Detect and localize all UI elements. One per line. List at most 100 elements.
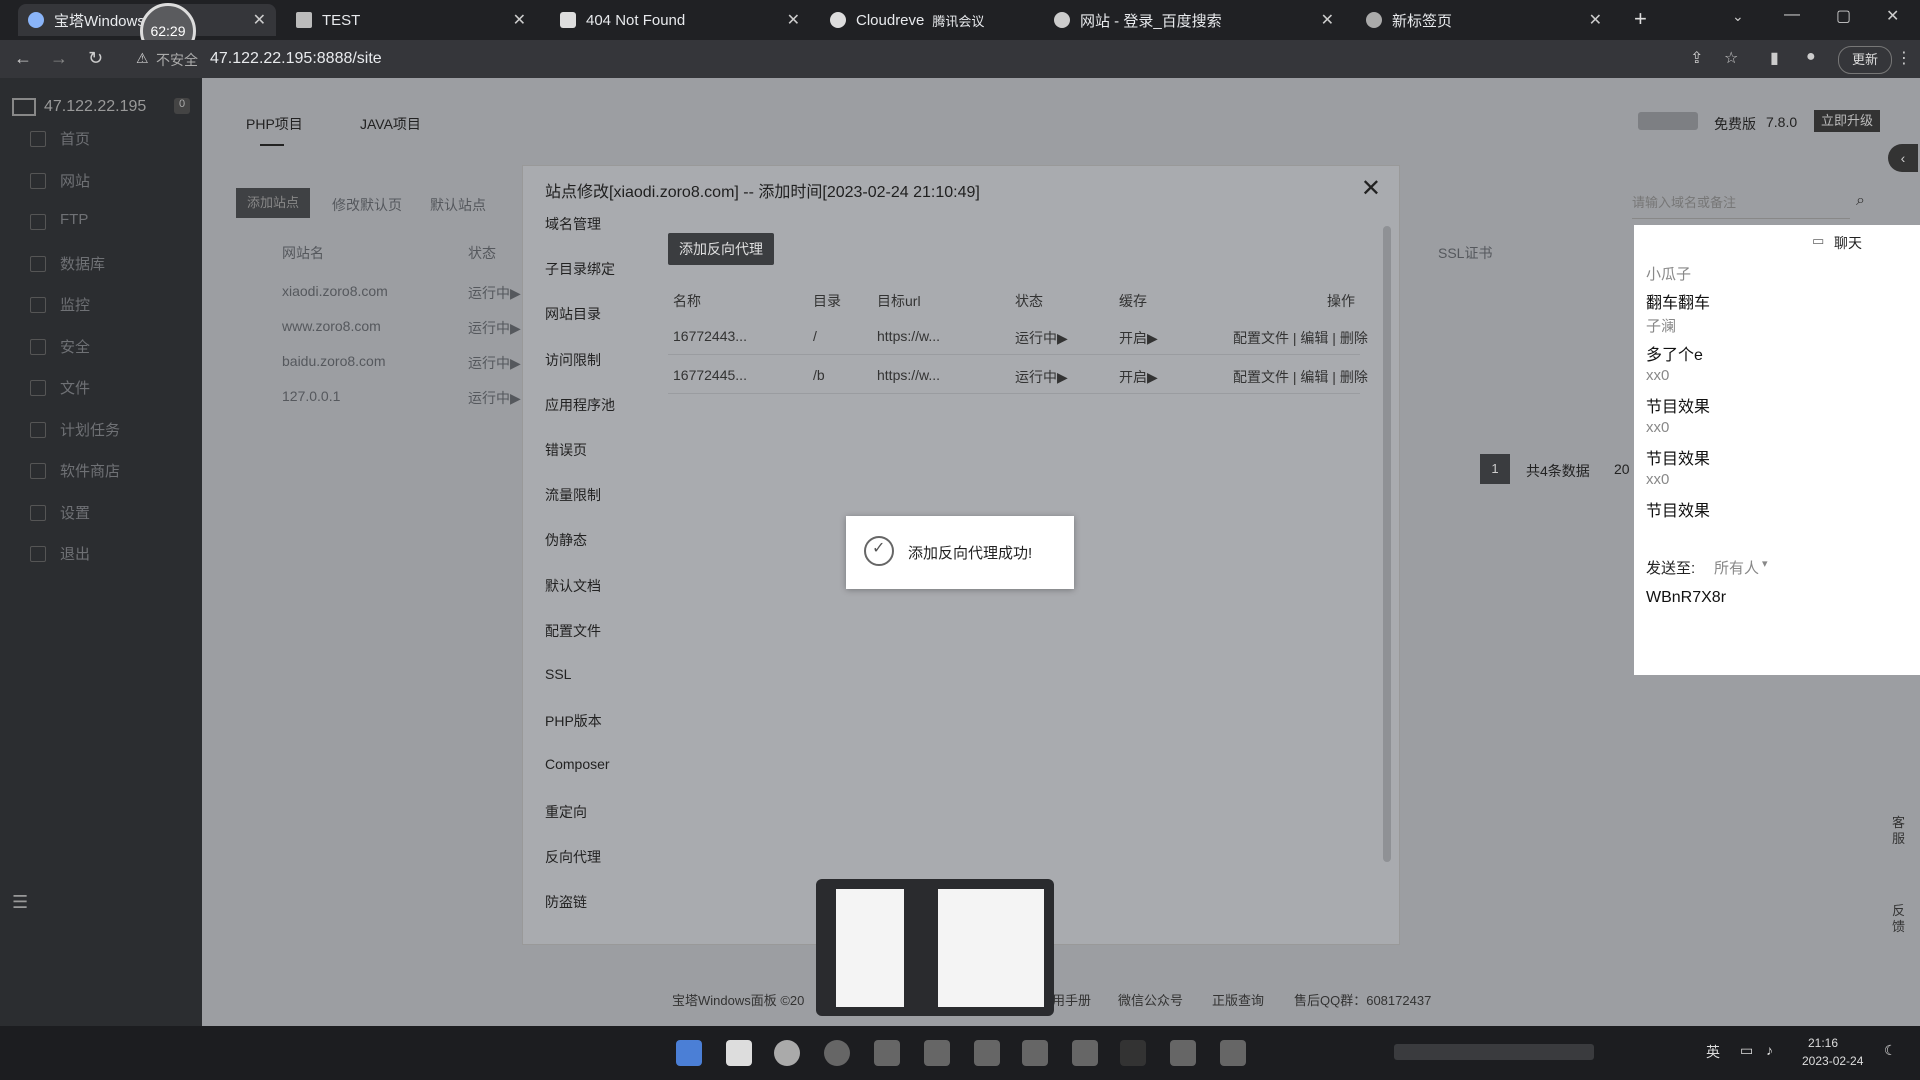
close-icon[interactable]: ✕ [1361, 174, 1381, 203]
forward-icon[interactable]: → [50, 48, 68, 69]
minimize-button[interactable]: — [1784, 6, 1800, 24]
dialog-menu-item[interactable]: 配置文件 [545, 621, 601, 641]
proxy-status[interactable]: 运行中▶ [1015, 367, 1068, 387]
window-close-button[interactable]: ✕ [1886, 6, 1899, 26]
sidebar-item[interactable]: 文件 [60, 377, 90, 398]
close-tab-icon[interactable]: ✕ [787, 10, 800, 30]
reload-icon[interactable]: ↻ [88, 48, 103, 69]
sidebar-item[interactable]: 数据库 [60, 253, 105, 274]
tab-php[interactable]: PHP项目 [246, 114, 303, 134]
col-status-header[interactable]: 状态 [468, 243, 496, 263]
chrome-taskbar-icon[interactable] [774, 1040, 800, 1066]
search-icon[interactable]: ⌕ [1856, 192, 1865, 210]
sidebar-item[interactable]: 首页 [60, 128, 90, 149]
close-tab-icon[interactable]: ✕ [513, 10, 526, 30]
feedback-link[interactable]: 反馈 [1892, 903, 1906, 935]
volume-icon[interactable]: ♪ [1766, 1042, 1773, 1058]
sidebar-item[interactable]: 安全 [60, 336, 90, 357]
dialog-menu-item[interactable]: 反向代理 [545, 847, 601, 867]
security-label[interactable]: 不安全 [156, 50, 198, 70]
java-icon[interactable] [1022, 1040, 1048, 1066]
menu-icon[interactable]: ⋮ [1896, 48, 1912, 68]
site-name-link[interactable]: 127.0.0.1 [282, 388, 340, 404]
dialog-menu-item[interactable]: 应用程序池 [545, 395, 615, 415]
add-site-button[interactable]: 添加站点 [236, 188, 310, 218]
app-icon[interactable] [974, 1040, 1000, 1066]
edit-default-page-button[interactable]: 修改默认页 [332, 195, 402, 215]
close-tab-icon[interactable]: ✕ [1589, 10, 1602, 30]
sidebar-item[interactable]: FTP [60, 211, 88, 228]
star-icon[interactable]: ☆ [1724, 48, 1738, 68]
network-icon[interactable]: ▭ [1740, 1042, 1753, 1059]
back-icon[interactable]: ← [14, 48, 32, 69]
proxy-cache[interactable]: 开启▶ [1119, 367, 1158, 387]
terminal-icon[interactable] [1120, 1040, 1146, 1066]
footer-link-verify[interactable]: 正版查询 [1212, 990, 1264, 1009]
site-name-link[interactable]: baidu.zoro8.com [282, 353, 386, 369]
update-button[interactable]: 更新 [1838, 46, 1892, 74]
close-tab-icon[interactable]: ✕ [1321, 10, 1334, 30]
clock-time[interactable]: 21:16 [1808, 1036, 1838, 1050]
dialog-menu-item[interactable]: 子目录绑定 [545, 259, 615, 279]
proxy-actions[interactable]: 配置文件 | 编辑 | 删除 [1233, 367, 1368, 387]
per-page[interactable]: 20 [1614, 461, 1630, 477]
dialog-menu-item[interactable]: 流量限制 [545, 485, 601, 505]
browser-taskbar-icon[interactable] [824, 1040, 850, 1066]
dialog-menu-item[interactable]: 默认文档 [545, 576, 601, 596]
col-name-header[interactable]: 网站名 [282, 243, 324, 263]
search-input[interactable]: 请输入域名或备注 [1632, 188, 1850, 219]
dialog-menu-item[interactable]: PHP版本 [545, 711, 602, 731]
default-site-button[interactable]: 默认站点 [430, 195, 486, 215]
sidebar-item[interactable]: 网站 [60, 170, 90, 191]
file-explorer-icon[interactable] [726, 1040, 752, 1066]
tab-new[interactable]: 新标签页 ✕ [1356, 4, 1612, 36]
sidebar-item[interactable]: 监控 [60, 294, 90, 315]
add-reverse-proxy-button[interactable]: 添加反向代理 [668, 233, 774, 265]
window-thumbnail[interactable] [836, 889, 904, 1007]
proxy-status[interactable]: 运行中▶ [1015, 328, 1068, 348]
window-thumbnail[interactable] [938, 889, 1044, 1007]
app-icon[interactable] [1170, 1040, 1196, 1066]
dialog-menu-item[interactable]: 错误页 [545, 440, 587, 460]
collapse-icon[interactable]: ‹ [1888, 144, 1918, 172]
tray-icons[interactable] [1394, 1044, 1594, 1060]
site-name-link[interactable]: xiaodi.zoro8.com [282, 283, 388, 299]
site-status[interactable]: 运行中▶ [468, 283, 521, 303]
sidebar-item[interactable]: 退出 [60, 543, 90, 564]
proxy-cache[interactable]: 开启▶ [1119, 328, 1158, 348]
profile-icon[interactable]: ● [1806, 48, 1816, 66]
page-current[interactable]: 1 [1480, 454, 1510, 484]
site-status[interactable]: 运行中▶ [468, 353, 521, 373]
upgrade-button[interactable]: 立即升级 [1814, 110, 1880, 132]
footer-link-wechat[interactable]: 微信公众号 [1118, 990, 1183, 1009]
dialog-menu-item[interactable]: 伪静态 [545, 530, 587, 550]
dialog-menu-item[interactable]: 重定向 [545, 802, 587, 822]
dialog-menu-item[interactable]: Composer [545, 756, 610, 772]
dialog-menu-item[interactable]: 网站目录 [545, 304, 601, 324]
app-icon[interactable] [924, 1040, 950, 1066]
sidebar-item[interactable]: 软件商店 [60, 460, 120, 481]
sidebar-item[interactable]: 设置 [60, 502, 90, 523]
dialog-menu-item[interactable]: 访问限制 [545, 350, 601, 370]
app-icon[interactable] [1220, 1040, 1246, 1066]
customer-service-link[interactable]: 客服 [1892, 815, 1906, 847]
dialog-scrollbar[interactable] [1383, 226, 1391, 862]
clock-date[interactable]: 2023-02-24 [1802, 1054, 1863, 1068]
site-status[interactable]: 运行中▶ [468, 318, 521, 338]
footer-link-manual[interactable]: 用手册 [1052, 990, 1091, 1009]
sidepanel-icon[interactable]: ▮ [1770, 48, 1779, 68]
dialog-menu-item[interactable]: 防盗链 [545, 892, 587, 912]
proxy-actions[interactable]: 配置文件 | 编辑 | 删除 [1233, 328, 1368, 348]
tab-baidu[interactable]: 网站 - 登录_百度搜索 ✕ [1044, 4, 1344, 36]
ime-indicator[interactable]: 英 [1706, 1042, 1720, 1062]
app-icon[interactable] [874, 1040, 900, 1066]
site-status[interactable]: 运行中▶ [468, 388, 521, 408]
tab-java[interactable]: JAVA项目 [360, 114, 421, 134]
new-tab-button[interactable]: + [1634, 6, 1647, 32]
share-icon[interactable]: ⇪ [1690, 48, 1703, 68]
sidebar-item[interactable]: 计划任务 [60, 419, 120, 440]
tab-search-icon[interactable]: ⌄ [1732, 8, 1744, 25]
tab-cloudreve[interactable]: Cloudreve 腾讯会议 [820, 4, 1040, 36]
notepad-icon[interactable] [1072, 1040, 1098, 1066]
tab-test[interactable]: TEST ✕ [286, 4, 536, 36]
